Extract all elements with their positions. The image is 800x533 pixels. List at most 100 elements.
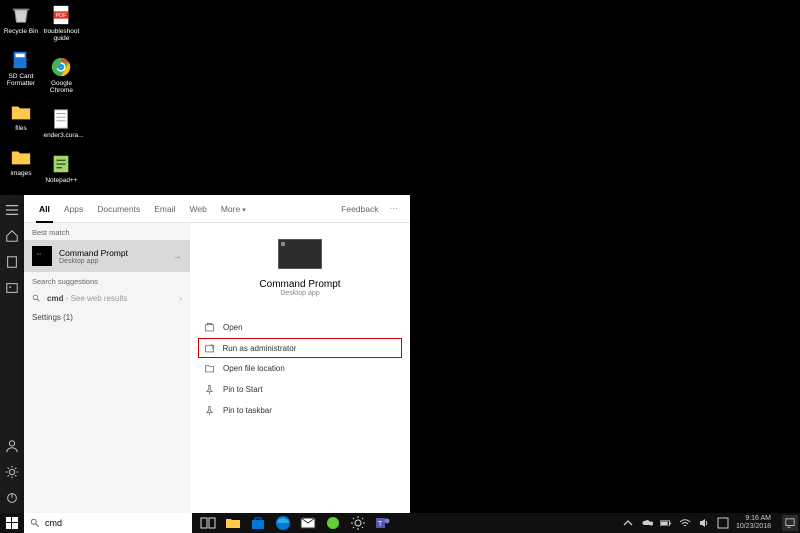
taskbar-app-green[interactable]: [325, 515, 341, 531]
documents-rail-icon[interactable]: [5, 255, 19, 269]
admin-icon: [204, 343, 215, 354]
search-icon: [32, 294, 41, 303]
taskbar: T 9:16 AM 10/23/2018: [0, 513, 800, 533]
desktop-icon-label: ender3.cura...: [43, 132, 79, 139]
best-match-subtitle: Desktop app: [59, 258, 128, 265]
open-icon: [204, 322, 215, 333]
pin-icon: [204, 384, 215, 395]
desktop-icon-files[interactable]: files: [3, 101, 39, 132]
pictures-rail-icon[interactable]: [5, 281, 19, 295]
suggestion-hint: - See web results: [63, 294, 127, 303]
action-label: Pin to Start: [223, 385, 263, 394]
folder-icon: [204, 363, 215, 374]
desktop-icon-ender3-cura[interactable]: ender3.cura...: [43, 108, 79, 139]
chevron-right-icon: →: [172, 251, 182, 262]
taskbar-teams[interactable]: T: [375, 515, 391, 531]
power-icon[interactable]: [5, 491, 19, 505]
cmd-thumb-icon: C:\: [32, 246, 52, 266]
desktop-icon-label: SD Card Formatter: [3, 73, 39, 87]
action-label: Open file location: [223, 364, 285, 373]
npp-icon: [50, 153, 72, 175]
tab-all[interactable]: All: [32, 196, 57, 222]
clock-time: 9:16 AM: [736, 515, 771, 523]
search-preview-column: Command Prompt Desktop app Open Run as ad…: [190, 223, 410, 513]
sheet-icon: [50, 108, 72, 130]
tray-wifi-icon[interactable]: [679, 517, 691, 529]
tray-onedrive-icon[interactable]: [641, 517, 653, 529]
chevron-down-icon: ▾: [242, 207, 246, 214]
desktop-icon-label: files: [3, 125, 39, 132]
desktop-icon-label: Google Chrome: [43, 80, 79, 94]
svg-text:PDF: PDF: [56, 13, 68, 19]
svg-text:C:\: C:\: [37, 252, 41, 256]
suggestion-term: cmd: [47, 294, 63, 303]
tab-apps[interactable]: Apps: [57, 196, 90, 222]
action-label: Pin to taskbar: [223, 406, 272, 415]
desktop-icon-sd-card-formatter[interactable]: SD Card Formatter: [3, 49, 39, 87]
start-search-panel: AllAppsDocumentsEmailWebMore▾ Feedback ⋯…: [24, 195, 410, 513]
action-open-file-location[interactable]: Open file location: [198, 358, 402, 379]
preview-app-icon: [278, 239, 322, 269]
desktop-icon-label: Recycle Bin: [3, 28, 39, 35]
suggestions-label: Search suggestions: [24, 272, 190, 289]
tray-battery-icon[interactable]: [660, 517, 672, 529]
bin-icon: [10, 4, 32, 26]
action-pin-start[interactable]: Pin to Start: [198, 379, 402, 400]
settings-rail-icon[interactable]: [5, 465, 19, 479]
clock-date: 10/23/2018: [736, 523, 771, 531]
folder-icon: [10, 101, 32, 123]
action-open[interactable]: Open: [198, 317, 402, 338]
settings-results[interactable]: Settings (1): [24, 308, 190, 327]
tab-more[interactable]: More▾: [214, 196, 253, 222]
taskbar-search-box[interactable]: [24, 513, 192, 533]
pdf-icon: PDF: [50, 4, 72, 26]
action-run-admin[interactable]: Run as administrator: [198, 338, 402, 358]
hamburger-icon[interactable]: [5, 203, 19, 217]
taskbar-settings[interactable]: [350, 515, 366, 531]
desktop-icon-troubleshoot-guide[interactable]: PDF troubleshoot guide: [43, 4, 79, 42]
tray-tray-up-icon[interactable]: [622, 517, 634, 529]
action-label: Run as administrator: [223, 344, 297, 353]
taskbar-store[interactable]: [250, 515, 266, 531]
desktop-icon-notepad-pp[interactable]: Notepad++: [43, 153, 79, 184]
svg-text:T: T: [378, 521, 383, 528]
best-match-label: Best match: [24, 223, 190, 240]
suggestion-item[interactable]: cmd - See web results ›: [24, 289, 190, 308]
taskbar-edge[interactable]: [275, 515, 291, 531]
best-match-item[interactable]: C:\ Command Prompt Desktop app →: [24, 240, 190, 272]
pin-icon: [204, 405, 215, 416]
tab-documents[interactable]: Documents: [90, 196, 147, 222]
tab-web[interactable]: Web: [183, 196, 214, 222]
taskbar-mail[interactable]: [300, 515, 316, 531]
feedback-link[interactable]: Feedback: [334, 196, 385, 222]
preview-title: Command Prompt: [190, 279, 410, 290]
account-icon[interactable]: [5, 439, 19, 453]
taskbar-task-view[interactable]: [200, 515, 216, 531]
action-pin-taskbar[interactable]: Pin to taskbar: [198, 400, 402, 421]
taskbar-file-explorer[interactable]: [225, 515, 241, 531]
preview-subtitle: Desktop app: [190, 290, 410, 297]
action-label: Open: [223, 323, 243, 332]
search-icon: [30, 518, 40, 528]
desktop-icon-google-chrome[interactable]: Google Chrome: [43, 56, 79, 94]
desktop-icon-recycle-bin[interactable]: Recycle Bin: [3, 4, 39, 35]
notifications-button[interactable]: [782, 515, 798, 531]
search-results-column: Best match C:\ Command Prompt Desktop ap…: [24, 223, 190, 513]
home-icon[interactable]: [5, 229, 19, 243]
tray-ime-icon[interactable]: [717, 517, 729, 529]
best-match-title: Command Prompt: [59, 248, 128, 258]
desktop-icon-label: troubleshoot guide: [43, 28, 79, 42]
desktop-icon-label: images: [3, 170, 39, 177]
desktop-icon-images[interactable]: images: [3, 146, 39, 177]
chrome-icon: [50, 56, 72, 78]
search-tabs: AllAppsDocumentsEmailWebMore▾ Feedback ⋯: [24, 195, 410, 223]
more-options-icon[interactable]: ⋯: [386, 199, 403, 218]
tray-volume-icon[interactable]: [698, 517, 710, 529]
tab-email[interactable]: Email: [147, 196, 182, 222]
taskbar-clock[interactable]: 9:16 AM 10/23/2018: [736, 515, 771, 530]
sd-icon: [10, 49, 32, 71]
search-input[interactable]: [45, 518, 186, 528]
desktop-icon-label: Notepad++: [43, 177, 79, 184]
chevron-right-icon: ›: [179, 294, 182, 303]
start-button[interactable]: [0, 513, 24, 533]
